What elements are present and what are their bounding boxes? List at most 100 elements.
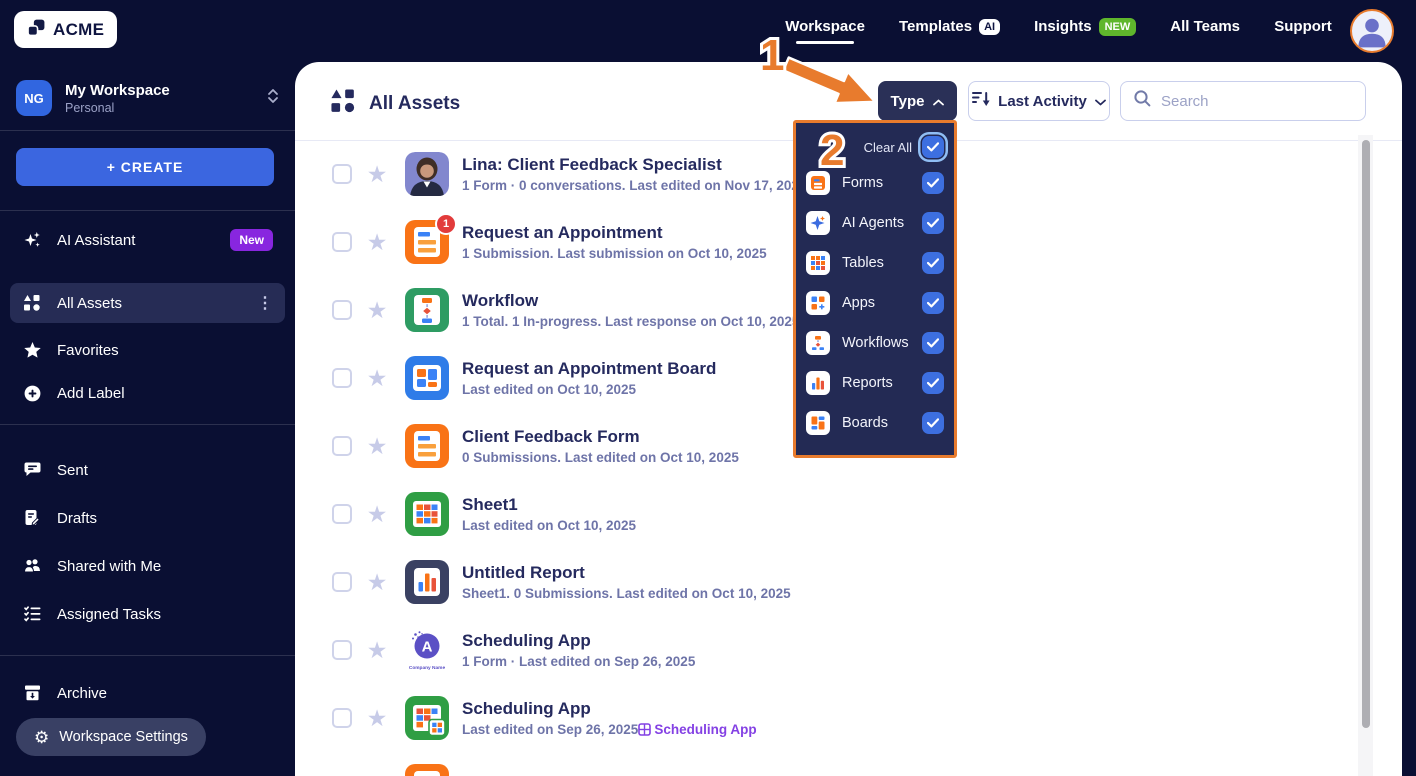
report-icon: [405, 560, 449, 604]
kebab-menu-icon[interactable]: ⋮: [257, 293, 273, 313]
ai-agents-checkbox[interactable]: [922, 212, 944, 234]
workspace-type: Personal: [65, 100, 115, 115]
favorite-star-icon[interactable]: ★: [363, 366, 391, 390]
asset-title[interactable]: Request an Appointment Board: [462, 359, 716, 379]
sort-button[interactable]: Last Activity: [968, 81, 1110, 121]
sidebar-item-archive[interactable]: Archive: [0, 673, 295, 713]
sidebar-item-drafts[interactable]: Drafts: [0, 498, 295, 538]
user-avatar[interactable]: [1350, 9, 1394, 53]
sidebar-item-label: Assigned Tasks: [57, 605, 161, 623]
asset-title[interactable]: Sheet1: [462, 495, 636, 515]
sidebar-item-label: Sent: [57, 461, 88, 479]
nav-support[interactable]: Support: [1274, 18, 1332, 44]
sidebar-item-label: Shared with Me: [57, 557, 162, 575]
filter-item-apps[interactable]: Apps: [806, 283, 944, 323]
workflow-icon: [405, 288, 449, 332]
asset-subtitle: 1 Submission. Last submission on Oct 10,…: [462, 246, 767, 261]
asset-row-sheet1[interactable]: ★ Sheet1 Last edited on Oct 10, 2025: [295, 480, 1358, 548]
row-checkbox[interactable]: [332, 368, 352, 388]
asset-row-sign-form[interactable]: ★ Sign Form: [295, 752, 1358, 776]
nav-workspace[interactable]: Workspace: [785, 18, 865, 44]
workflows-icon: [806, 331, 830, 355]
asset-title[interactable]: Client Feedback Form: [462, 427, 739, 447]
filter-item-boards[interactable]: Boards: [806, 403, 944, 443]
type-filter-button[interactable]: Type: [878, 81, 957, 121]
sidebar-item-assigned-tasks[interactable]: Assigned Tasks: [0, 594, 295, 634]
create-button[interactable]: + CREATE: [16, 148, 274, 186]
tables-icon: [806, 251, 830, 275]
nav-all-teams[interactable]: All Teams: [1170, 18, 1240, 44]
nav-templates[interactable]: Templates AI: [899, 18, 1001, 44]
boards-checkbox[interactable]: [922, 412, 944, 434]
sidebar-item-label: AI Assistant: [57, 231, 136, 249]
archive-box-icon: [22, 684, 42, 702]
asset-row-scheduling-app[interactable]: ★ A Company Name Scheduling App 1 Form · …: [295, 616, 1358, 684]
sidebar-item-label: All Assets: [57, 294, 123, 312]
asset-title[interactable]: Lina: Client Feedback Specialist: [462, 155, 806, 175]
acme-logo-icon: [27, 18, 46, 42]
row-checkbox[interactable]: [332, 572, 352, 592]
favorite-star-icon[interactable]: ★: [363, 434, 391, 458]
sidebar-item-label: Drafts: [57, 509, 98, 527]
filter-item-ai-agents[interactable]: AI Agents: [806, 203, 944, 243]
draft-document-icon: [22, 509, 42, 527]
workspace-avatar: NG: [16, 80, 52, 116]
favorite-star-icon[interactable]: ★: [363, 502, 391, 526]
filter-item-forms[interactable]: Forms: [806, 163, 944, 203]
row-checkbox[interactable]: [332, 504, 352, 524]
favorite-star-icon[interactable]: ★: [363, 706, 391, 730]
row-checkbox[interactable]: [332, 436, 352, 456]
filter-item-reports[interactable]: Reports: [806, 363, 944, 403]
scrollbar-thumb[interactable]: [1361, 140, 1370, 728]
sidebar-item-label: Archive: [57, 684, 108, 702]
sidebar-item-all-assets[interactable]: All Assets ⋮: [10, 283, 285, 323]
asset-title[interactable]: Workflow: [462, 291, 799, 311]
sidebar-item-favorites[interactable]: Favorites: [0, 330, 295, 370]
sidebar-item-label: Add Label: [57, 384, 125, 402]
workspace-settings-button[interactable]: ⚙ Workspace Settings: [16, 718, 206, 756]
forms-checkbox[interactable]: [922, 172, 944, 194]
active-tab-underline: [796, 41, 855, 44]
tables-checkbox[interactable]: [922, 252, 944, 274]
asset-title[interactable]: Untitled Report: [462, 563, 791, 583]
all-assets-icon: [330, 88, 356, 120]
search-input[interactable]: [1161, 92, 1360, 110]
chevron-up-icon: [933, 93, 945, 110]
board-icon: [405, 356, 449, 400]
asset-subtitle: Sheet1. 0 Submissions. Last edited on Oc…: [462, 586, 791, 601]
sidebar-item-shared-with-me[interactable]: Shared with Me: [0, 546, 295, 586]
filter-item-tables[interactable]: Tables: [806, 243, 944, 283]
clear-all-checkbox[interactable]: [922, 136, 944, 158]
divider: [0, 130, 295, 131]
row-checkbox[interactable]: [332, 164, 352, 184]
sidebar-item-ai-assistant[interactable]: AI Assistant New: [0, 220, 295, 260]
workflows-checkbox[interactable]: [922, 332, 944, 354]
clear-all-row[interactable]: Clear All: [806, 131, 944, 163]
favorite-star-icon[interactable]: ★: [363, 638, 391, 662]
asset-row-untitled-report[interactable]: ★ Untitled Report Sheet1. 0 Submissions.…: [295, 548, 1358, 616]
workspace-selector[interactable]: NG My Workspace Personal: [0, 72, 295, 124]
row-checkbox[interactable]: [332, 708, 352, 728]
acme-logo[interactable]: ACME: [14, 11, 118, 48]
asset-title[interactable]: Request an Appointment: [462, 223, 767, 243]
row-checkbox[interactable]: [332, 640, 352, 660]
asset-title[interactable]: Scheduling App: [462, 699, 757, 719]
sidebar-item-add-label[interactable]: Add Label: [0, 373, 295, 413]
filter-item-workflows[interactable]: Workflows: [806, 323, 944, 363]
nav-insights[interactable]: Insights NEW: [1034, 17, 1137, 45]
favorite-star-icon[interactable]: ★: [363, 162, 391, 186]
clear-all-label[interactable]: Clear All: [864, 140, 912, 155]
row-checkbox[interactable]: [332, 232, 352, 252]
linked-app-link[interactable]: Scheduling App: [638, 722, 757, 737]
forms-icon: [806, 171, 830, 195]
sidebar-item-sent[interactable]: Sent: [0, 450, 295, 490]
asset-row-scheduling-table[interactable]: ★ Scheduling App Last edited on Sep 26, …: [295, 684, 1358, 752]
favorite-star-icon[interactable]: ★: [363, 230, 391, 254]
asset-title[interactable]: Scheduling App: [462, 631, 695, 651]
favorite-star-icon[interactable]: ★: [363, 570, 391, 594]
row-checkbox[interactable]: [332, 300, 352, 320]
apps-icon: [806, 291, 830, 315]
favorite-star-icon[interactable]: ★: [363, 298, 391, 322]
reports-checkbox[interactable]: [922, 372, 944, 394]
apps-checkbox[interactable]: [922, 292, 944, 314]
